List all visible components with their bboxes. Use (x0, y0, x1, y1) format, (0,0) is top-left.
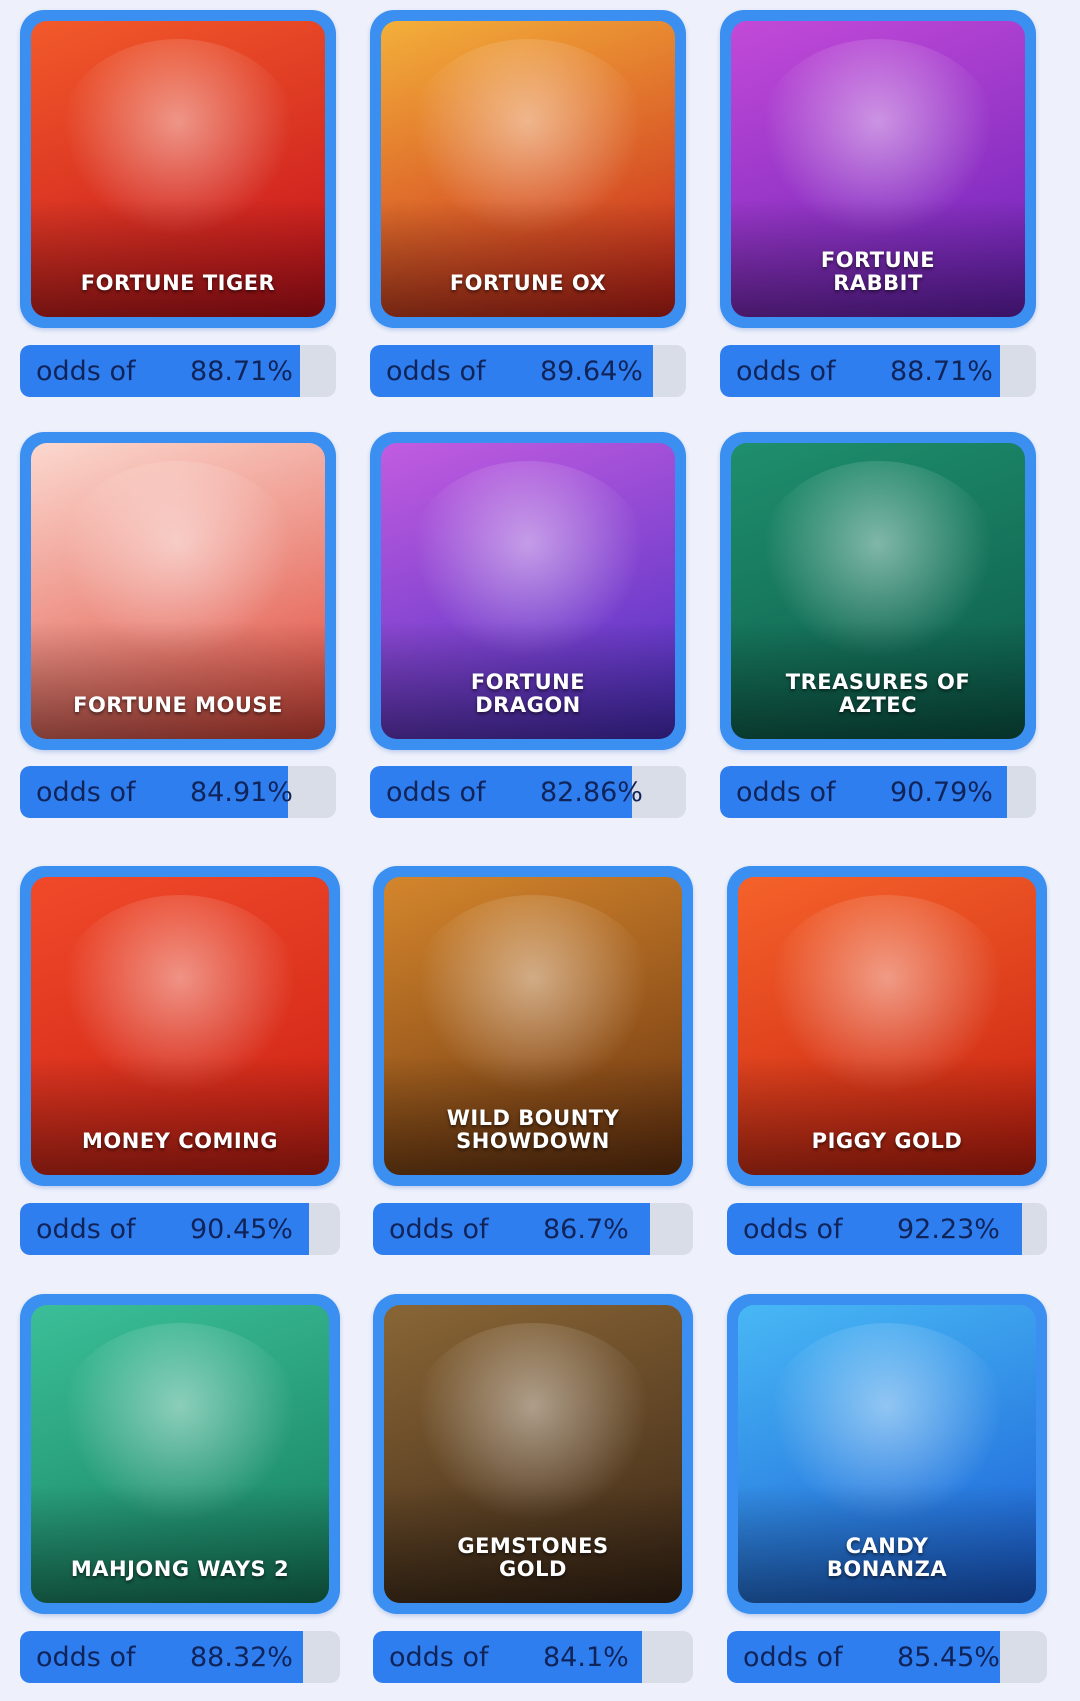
game-thumbnail[interactable]: FORTUNE DRAGON (370, 432, 686, 750)
game-card[interactable]: FORTUNE DRAGON odds of 82.86% (370, 432, 686, 818)
game-thumbnail[interactable]: WILD BOUNTY SHOWDOWN (373, 866, 693, 1186)
game-title: MONEY COMING (82, 1129, 278, 1153)
odds-label: odds of (36, 356, 136, 387)
odds-label: odds of (36, 1642, 136, 1673)
odds-label: odds of (36, 1214, 136, 1245)
odds-bar: odds of 82.86% (370, 766, 686, 818)
odds-label: odds of (386, 777, 486, 808)
game-thumbnail[interactable]: MAHJONG WAYS 2 (20, 1294, 340, 1614)
game-title: FORTUNE DRAGON (470, 670, 586, 717)
odds-value: 92.23% (897, 1214, 1000, 1245)
game-grid: FORTUNE TIGER odds of 88.71% FORTUNE OX odds… (0, 0, 1080, 1701)
game-card[interactable]: MONEY COMING odds of 90.45% (20, 866, 340, 1255)
game-title: GEMSTONES GOLD (457, 1534, 609, 1581)
game-thumbnail[interactable]: FORTUNE MOUSE (20, 432, 336, 750)
odds-bar: odds of 88.71% (720, 345, 1036, 397)
odds-value: 85.45% (897, 1642, 1000, 1673)
game-artwork: FORTUNE OX (381, 21, 675, 317)
game-title: MAHJONG WAYS 2 (70, 1557, 290, 1581)
odds-value: 89.64% (540, 356, 643, 387)
game-artwork: FORTUNE MOUSE (31, 443, 325, 739)
game-artwork: PIGGY GOLD (738, 877, 1036, 1175)
odds-label: odds of (389, 1642, 489, 1673)
game-card[interactable]: PIGGY GOLD odds of 92.23% (727, 866, 1047, 1255)
game-artwork: MONEY COMING (31, 877, 329, 1175)
odds-bar: odds of 89.64% (370, 345, 686, 397)
game-title: PIGGY GOLD (811, 1129, 963, 1153)
odds-label: odds of (743, 1214, 843, 1245)
game-card[interactable]: FORTUNE OX odds of 89.64% (370, 10, 686, 397)
game-thumbnail[interactable]: TREASURES OF AZTEC (720, 432, 1036, 750)
odds-label: odds of (389, 1214, 489, 1245)
game-thumbnail[interactable]: PIGGY GOLD (727, 866, 1047, 1186)
game-card[interactable]: FORTUNE MOUSE odds of 84.91% (20, 432, 336, 818)
game-artwork: MAHJONG WAYS 2 (31, 1305, 329, 1603)
artwork-shade (381, 198, 675, 317)
odds-value: 90.79% (890, 777, 993, 808)
odds-label: odds of (736, 777, 836, 808)
game-title: WILD BOUNTY SHOWDOWN (446, 1106, 620, 1153)
odds-value: 84.1% (543, 1642, 629, 1673)
odds-bar: odds of 92.23% (727, 1203, 1047, 1255)
game-thumbnail[interactable]: MONEY COMING (20, 866, 340, 1186)
game-artwork: FORTUNE RABBIT (731, 21, 1025, 317)
odds-value: 86.7% (543, 1214, 629, 1245)
game-card[interactable]: WILD BOUNTY SHOWDOWN odds of 86.7% (373, 866, 693, 1255)
game-artwork: FORTUNE TIGER (31, 21, 325, 317)
odds-value: 90.45% (190, 1214, 293, 1245)
game-thumbnail[interactable]: FORTUNE OX (370, 10, 686, 328)
game-card[interactable]: GEMSTONES GOLD odds of 84.1% (373, 1294, 693, 1683)
odds-label: odds of (743, 1642, 843, 1673)
game-title: TREASURES OF AZTEC (785, 670, 971, 717)
game-artwork: GEMSTONES GOLD (384, 1305, 682, 1603)
game-artwork: CANDY BONANZA (738, 1305, 1036, 1603)
odds-bar: odds of 86.7% (373, 1203, 693, 1255)
odds-value: 88.71% (190, 356, 293, 387)
artwork-shade (31, 620, 325, 739)
game-thumbnail[interactable]: FORTUNE TIGER (20, 10, 336, 328)
artwork-shade (31, 198, 325, 317)
game-card[interactable]: FORTUNE TIGER odds of 88.71% (20, 10, 336, 397)
game-thumbnail[interactable]: CANDY BONANZA (727, 1294, 1047, 1614)
game-card[interactable]: TREASURES OF AZTEC odds of 90.79% (720, 432, 1036, 818)
odds-bar: odds of 85.45% (727, 1631, 1047, 1683)
artwork-shade (738, 1055, 1036, 1175)
game-artwork: TREASURES OF AZTEC (731, 443, 1025, 739)
game-title: FORTUNE RABBIT (820, 248, 936, 295)
game-card[interactable]: FORTUNE RABBIT odds of 88.71% (720, 10, 1036, 397)
odds-value: 88.71% (890, 356, 993, 387)
game-thumbnail[interactable]: GEMSTONES GOLD (373, 1294, 693, 1614)
odds-value: 88.32% (190, 1642, 293, 1673)
odds-value: 84.91% (190, 777, 293, 808)
odds-label: odds of (736, 356, 836, 387)
game-title: FORTUNE MOUSE (73, 693, 283, 717)
game-title: FORTUNE OX (449, 271, 607, 295)
odds-bar: odds of 88.32% (20, 1631, 340, 1683)
game-title: CANDY BONANZA (826, 1534, 948, 1581)
game-thumbnail[interactable]: FORTUNE RABBIT (720, 10, 1036, 328)
odds-label: odds of (36, 777, 136, 808)
game-title: FORTUNE TIGER (80, 271, 276, 295)
game-artwork: WILD BOUNTY SHOWDOWN (384, 877, 682, 1175)
odds-bar: odds of 88.71% (20, 345, 336, 397)
artwork-shade (31, 1483, 329, 1603)
odds-value: 82.86% (540, 777, 643, 808)
odds-label: odds of (386, 356, 486, 387)
odds-bar: odds of 90.45% (20, 1203, 340, 1255)
odds-bar: odds of 90.79% (720, 766, 1036, 818)
game-card[interactable]: CANDY BONANZA odds of 85.45% (727, 1294, 1047, 1683)
odds-bar: odds of 84.91% (20, 766, 336, 818)
game-card[interactable]: MAHJONG WAYS 2 odds of 88.32% (20, 1294, 340, 1683)
artwork-shade (31, 1055, 329, 1175)
odds-bar: odds of 84.1% (373, 1631, 693, 1683)
game-artwork: FORTUNE DRAGON (381, 443, 675, 739)
